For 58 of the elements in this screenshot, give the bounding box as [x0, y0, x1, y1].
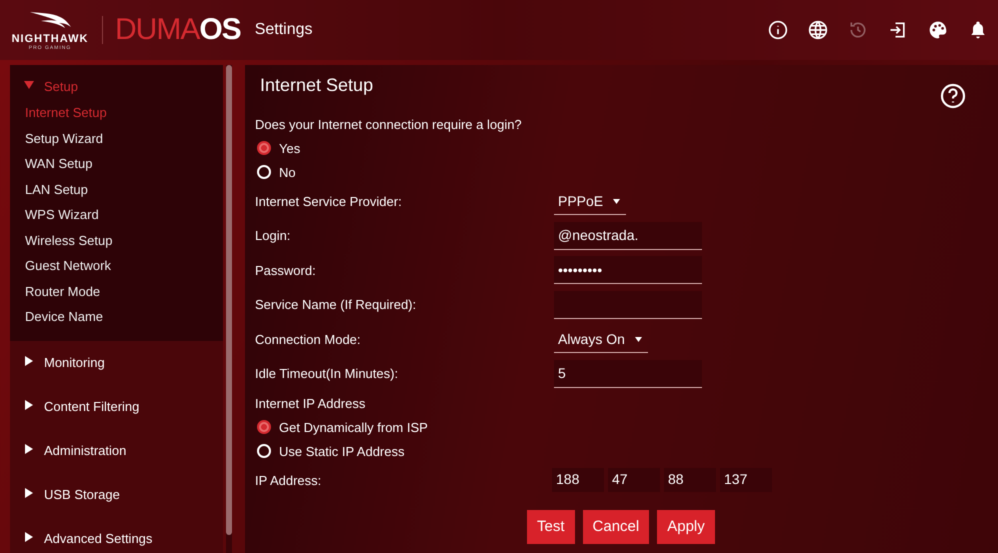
ip-octet-field[interactable]: 188 [552, 468, 604, 492]
sidebar-section[interactable]: Monitoring [10, 340, 119, 384]
dropdown[interactable]: PPPoE [554, 187, 626, 216]
scrollbar[interactable] [226, 65, 232, 553]
sidebar-item[interactable]: WAN Setup [10, 152, 108, 178]
radio-label: Use Static IP Address [279, 444, 404, 458]
input-field[interactable] [554, 290, 702, 319]
radio-button[interactable] [257, 420, 271, 434]
field-label: Service Name (If Required): [255, 297, 418, 312]
sidebar-section[interactable]: USB Storage [10, 472, 134, 516]
input-field[interactable]: @neostrada. [554, 222, 702, 250]
radio-label: Get Dynamically from ISP [279, 420, 428, 434]
field-label: Internet Service Provider: [255, 194, 403, 209]
sidebar-item[interactable]: WPS Wizard [10, 203, 114, 228]
field-label: Idle Timeout(In Minutes): [255, 366, 400, 382]
sidebar-section[interactable]: Administration [10, 428, 140, 472]
brand-name: NIGHTHAWK [12, 32, 88, 44]
sidebar-item[interactable]: Setup Wizard [10, 126, 118, 152]
caret-icon [613, 198, 620, 204]
caret-icon [24, 356, 34, 366]
action-button[interactable]: Test [527, 510, 575, 544]
caret-icon [24, 400, 34, 410]
password-field[interactable]: ••••••••• [554, 256, 702, 284]
caret-icon [634, 336, 642, 342]
action-button[interactable]: Apply [657, 510, 715, 544]
radio-label: Yes [279, 140, 300, 156]
page-title: Settings [254, 21, 313, 39]
caret-icon [24, 80, 34, 90]
product-name: OS [199, 13, 241, 47]
sidebar-section[interactable]: Advanced Settings [10, 516, 166, 553]
field-label: IP Address: [255, 472, 322, 488]
sidebar-item[interactable]: Wireless Setup [10, 228, 128, 254]
sidebar-item[interactable]: LAN Setup [10, 178, 103, 203]
input-field[interactable]: 5 [554, 360, 702, 388]
action-button[interactable]: Cancel [582, 510, 650, 544]
field-label: Connection Mode: [255, 332, 362, 347]
caret-icon [24, 444, 34, 454]
form-question: Internet IP Address [255, 396, 366, 410]
sidebar-section[interactable]: Content Filtering [10, 384, 154, 428]
ip-octet-field[interactable]: 88 [664, 468, 716, 492]
help-icon[interactable] [940, 83, 966, 109]
sidebar-item[interactable]: Device Name [10, 305, 118, 330]
radio-button[interactable] [257, 141, 271, 155]
ip-octet-field[interactable]: 137 [720, 468, 772, 492]
sidebar-item[interactable]: Internet Setup [10, 101, 122, 126]
sidebar-item[interactable]: Router Mode [10, 280, 116, 305]
product-name: DUMA [115, 13, 200, 47]
ip-octet-field[interactable]: 47 [608, 468, 660, 492]
radio-label: No [279, 164, 296, 180]
field-label: Password: [255, 262, 317, 278]
caret-icon [24, 488, 34, 498]
sidebar-section[interactable]: Setup [10, 75, 92, 101]
field-label: Login: [255, 228, 292, 244]
section-title: Internet Setup [260, 75, 374, 96]
caret-icon [24, 532, 34, 542]
dropdown[interactable]: Always On [554, 325, 648, 354]
form-question: Does your Internet connection require a login? [255, 116, 522, 132]
sidebar-item[interactable]: Guest Network [10, 254, 126, 280]
